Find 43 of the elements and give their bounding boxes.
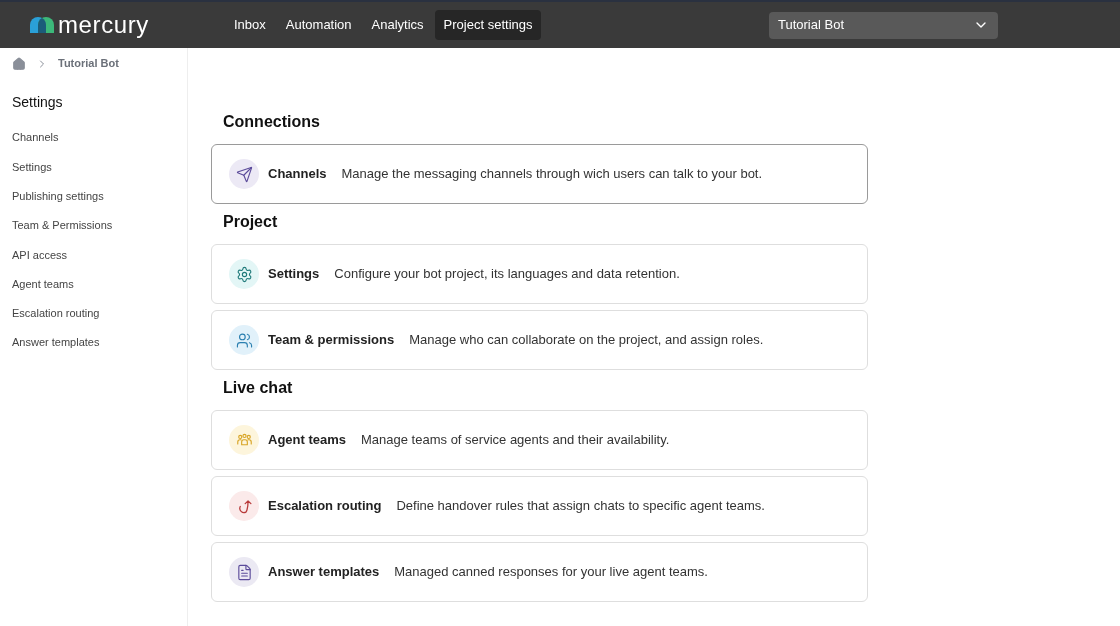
breadcrumb-link[interactable]: Tutorial Bot <box>58 55 119 72</box>
section-heading: Connections <box>222 112 321 132</box>
logo-icon <box>30 17 54 33</box>
card-description: Manage the messaging channels through wich users can talk to your bot. <box>341 165 763 184</box>
section-heading: Project <box>222 212 279 232</box>
nav-tab[interactable]: Analytics <box>362 10 433 40</box>
nav-tab[interactable]: Inbox <box>225 10 275 40</box>
card-title: Agent teams <box>268 431 347 450</box>
card-title: Channels <box>268 165 327 184</box>
sidebar-title: Settings <box>11 93 64 112</box>
card-description: Define handover rules that assign chats to specific agent teams. <box>396 497 765 516</box>
settings-card[interactable]: Channels Manage the messaging channels through wich users can talk to your bot. <box>211 144 868 204</box>
users-icon <box>235 331 253 349</box>
card-description: Manage teams of service agents and their availability. <box>361 431 670 450</box>
logo-text: mercury <box>58 13 149 37</box>
sidebar-link[interactable]: Settings <box>0 152 187 182</box>
sidebar-link[interactable]: Publishing settings <box>0 181 187 211</box>
card-title: Escalation routing <box>268 497 382 516</box>
settings-icon <box>235 265 253 283</box>
document-icon <box>235 563 253 581</box>
sidebar-link[interactable]: Agent teams <box>0 269 187 299</box>
settings-card[interactable]: Answer templates Managed canned responses for your live agent teams. <box>211 542 868 602</box>
nav-tab[interactable]: Automation <box>276 10 361 40</box>
home-icon[interactable] <box>12 56 26 71</box>
card-title: Answer templates <box>268 563 380 582</box>
card-description: Manage who can collaborate on the project, and assign roles. <box>409 331 764 350</box>
card-title: Settings <box>268 265 320 284</box>
card-description: Configure your bot project, its languages and data retention. <box>334 265 680 284</box>
sidebar-link[interactable]: Answer templates <box>0 328 187 358</box>
project-dropdown[interactable]: Tutorial Bot <box>769 11 998 39</box>
sidebar-link[interactable]: Escalation routing <box>0 298 187 329</box>
settings-card[interactable]: Settings Configure your bot project, its languages and data retention. <box>211 244 868 304</box>
send-icon <box>235 165 253 183</box>
settings-card[interactable]: Team & permissions Manage who can collaborate on the project, and assign roles. <box>211 310 868 370</box>
settings-card[interactable]: Escalation routing Define handover rules that assign chats to specific agent teams. <box>211 476 868 536</box>
sidebar-link[interactable]: Team & Permissions <box>0 210 187 241</box>
section-heading: Live chat <box>222 378 294 398</box>
card-description: Managed canned responses for your live agent teams. <box>394 563 708 582</box>
settings-card[interactable]: Agent teams Manage teams of service agents and their availability. <box>211 410 868 470</box>
nav-tab[interactable]: Project settings <box>434 10 542 40</box>
card-title: Team & permissions <box>268 331 395 350</box>
sidebar-link[interactable]: API access <box>0 240 187 270</box>
sidebar-link[interactable]: Channels <box>0 123 187 153</box>
